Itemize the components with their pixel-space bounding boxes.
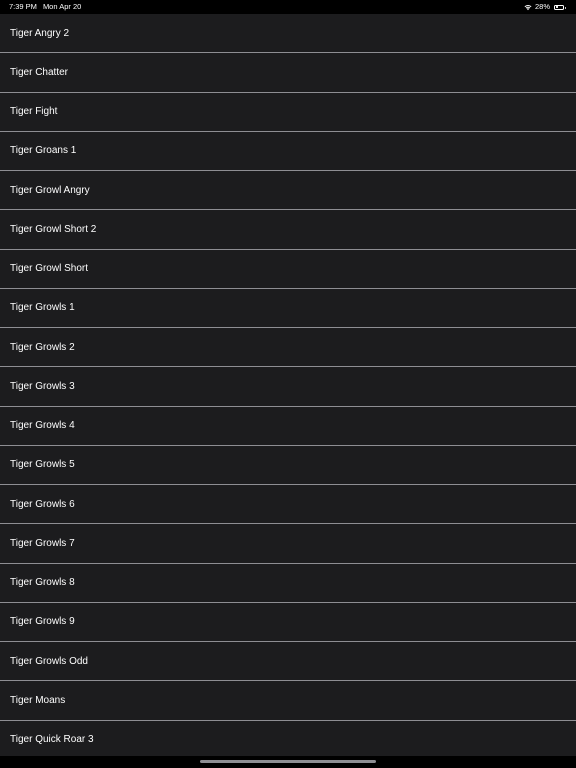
list-item[interactable]: Tiger Groans 1 (0, 131, 576, 171)
list-item[interactable]: Tiger Growl Short 2 (0, 210, 576, 250)
list-item-label: Tiger Growls 7 (10, 537, 75, 549)
sound-list: Tiger Angry 2 Tiger Chatter Tiger Fight Tig… (0, 14, 576, 756)
list-item-label: Tiger Growls 4 (10, 420, 75, 432)
list-item[interactable]: Tiger Growls 4 (0, 406, 576, 446)
list-item-label: Tiger Growls 2 (10, 341, 75, 353)
list-item-label: Tiger Growl Short 2 (10, 223, 97, 235)
battery-icon (554, 4, 566, 10)
list-item-label: Tiger Angry 2 (10, 27, 70, 39)
home-indicator[interactable] (200, 760, 376, 763)
status-date: Mon Apr 20 (42, 2, 82, 11)
list-item[interactable]: Tiger Growls 9 (0, 602, 576, 642)
list-item-label: Tiger Quick Roar 3 (10, 734, 94, 746)
list-item-label: Tiger Growls 6 (10, 498, 75, 510)
list-item-label: Tiger Fight (10, 106, 58, 118)
list-item[interactable]: Tiger Growls Odd (0, 642, 576, 682)
list-item-label: Tiger Growls 1 (10, 302, 75, 314)
list-item[interactable]: Tiger Growls 6 (0, 485, 576, 525)
list-item-label: Tiger Growl Angry (10, 184, 90, 196)
list-item[interactable]: Tiger Fight (0, 92, 576, 132)
list-item-label: Tiger Growls Odd (10, 655, 88, 667)
status-right: 28% (524, 0, 566, 14)
list-item[interactable]: Tiger Growls 7 (0, 524, 576, 564)
list-item[interactable]: Tiger Growls 5 (0, 445, 576, 485)
list-item[interactable]: Tiger Chatter (0, 53, 576, 93)
list-item-label: Tiger Chatter (10, 66, 68, 78)
home-indicator-area (0, 756, 576, 768)
list-item[interactable]: Tiger Angry 2 (0, 14, 576, 54)
list-item-label: Tiger Growls 9 (10, 616, 75, 628)
list-item[interactable]: Tiger Growl Short (0, 249, 576, 289)
list-item[interactable]: Tiger Moans (0, 681, 576, 721)
list-item-label: Tiger Growls 8 (10, 577, 75, 589)
list-item[interactable]: Tiger Quick Roar 3 (0, 720, 576, 756)
battery-percent: 28% (534, 2, 550, 11)
status-time: 7:39 PM (9, 2, 37, 11)
list-item-label: Tiger Moans (10, 694, 66, 706)
status-left: 7:39 PM Mon Apr 20 (9, 0, 81, 14)
battery-fill (556, 6, 558, 8)
wifi-icon (524, 4, 532, 10)
list-item-label: Tiger Growls 5 (10, 459, 75, 471)
list-item[interactable]: Tiger Growls 3 (0, 367, 576, 407)
list-item[interactable]: Tiger Growls 8 (0, 563, 576, 603)
list-item-label: Tiger Growl Short (10, 263, 88, 275)
list-item[interactable]: Tiger Growl Angry (0, 171, 576, 211)
list-item-label: Tiger Growls 3 (10, 380, 75, 392)
status-bar: 7:39 PM Mon Apr 20 28% (0, 0, 576, 14)
list-item-label: Tiger Groans 1 (10, 145, 77, 157)
list-item[interactable]: Tiger Growls 2 (0, 328, 576, 368)
list-item[interactable]: Tiger Growls 1 (0, 288, 576, 328)
